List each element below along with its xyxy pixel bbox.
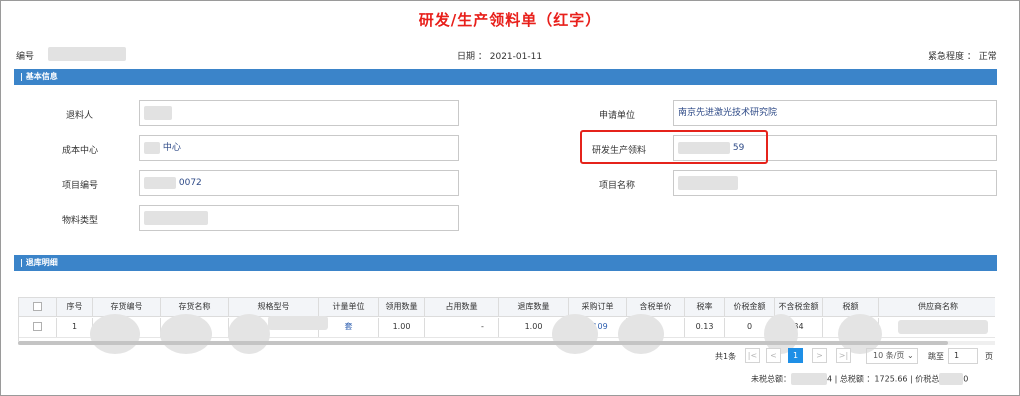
returner-field[interactable]: [139, 100, 459, 126]
column-header: 存货编号: [93, 298, 161, 316]
redaction-blur: [160, 314, 212, 354]
project-code-label: 项目编号: [62, 181, 99, 191]
date-value: 2021-01-11: [489, 52, 543, 62]
column-header: 领用数量: [379, 298, 425, 316]
column-header: 价税金额: [725, 298, 775, 316]
table-header-row: 序号 存货编号 存货名称 规格型号 计量单位 领用数量 占用数量 退库数量 采购…: [19, 297, 995, 317]
prev-page-button[interactable]: <: [766, 348, 781, 363]
totals-summary: 未税总额： 4 | 总税额 ：1725.66 | 价税总 0: [751, 373, 968, 385]
summary-separator: |: [832, 374, 840, 384]
last-page-button[interactable]: >|: [836, 348, 851, 363]
project-name-label: 项目名称: [599, 181, 636, 191]
column-header: 税额: [823, 298, 879, 316]
basic-info-section-header: | 基本信息: [14, 69, 997, 85]
project-name-redacted: [678, 175, 738, 190]
redaction-blur: [898, 320, 988, 334]
red-highlight-box: [580, 130, 768, 164]
project-code-redacted: [144, 176, 176, 189]
column-header: 退库数量: [499, 298, 569, 316]
select-all-checkbox[interactable]: [33, 302, 42, 311]
incl-tax-total-tail: 0: [963, 374, 969, 384]
material-type-redacted: [144, 210, 208, 225]
urgency-label: 紧急程度 ：: [928, 52, 976, 62]
cell-index: 1: [57, 318, 93, 337]
incl-tax-total-label: 价税总: [915, 374, 940, 384]
cost-center-label: 成本中心: [62, 146, 99, 156]
redaction-blur: [618, 314, 664, 354]
row-select[interactable]: [19, 318, 57, 337]
page-1-button[interactable]: 1: [788, 348, 803, 363]
redaction-blur: [268, 316, 328, 330]
cell-unit: 套: [319, 318, 379, 337]
excl-tax-total-label: 未税总额：: [751, 374, 791, 384]
urgency-row: 紧急程度 ： 正常: [928, 49, 997, 62]
applying-unit-label: 申请单位: [599, 111, 636, 121]
page-size-value: 10 条/页: [873, 351, 905, 360]
date-row: 日期 ： 2021-01-11: [457, 49, 542, 62]
page-title: 研发/生产领料单（红字）: [418, 11, 602, 29]
page-size-select[interactable]: 10 条/页 ⌄: [866, 348, 918, 364]
project-code-field[interactable]: 0072: [139, 170, 459, 196]
returner-value-redacted: [144, 105, 172, 120]
cell-occupied-qty: -: [425, 318, 499, 337]
code-label: 编号: [16, 52, 35, 62]
column-header: 占用数量: [425, 298, 499, 316]
column-header: 计量单位: [319, 298, 379, 316]
pagination-total: 共1条: [715, 352, 737, 361]
project-name-field[interactable]: [673, 170, 997, 196]
excl-tax-redacted: [791, 373, 827, 385]
column-header: 规格型号: [229, 298, 319, 316]
row-checkbox[interactable]: [33, 322, 42, 331]
column-header: 税率: [685, 298, 725, 316]
returner-label: 退料人: [66, 111, 94, 121]
cell-tax-rate: 0.13: [685, 318, 725, 337]
column-header: 存货名称: [161, 298, 229, 316]
column-header: 序号: [57, 298, 93, 316]
material-type-label: 物料类型: [62, 216, 99, 226]
urgency-value: 正常: [978, 52, 997, 62]
column-header: 供应商名称: [918, 302, 958, 311]
page-suffix: 页: [985, 352, 993, 361]
date-label: 日期 ：: [457, 52, 487, 62]
first-page-button[interactable]: |<: [745, 348, 760, 363]
applying-unit-value: 南京先进激光技术研究院: [678, 108, 778, 118]
cost-center-redacted: [144, 141, 160, 154]
incl-tax-redacted: [939, 373, 964, 385]
project-code-value: 0072: [178, 178, 202, 188]
jump-label: 跳至: [928, 352, 944, 361]
column-header: 含税单价: [627, 298, 685, 316]
redaction-blur: [228, 314, 270, 354]
scrollbar-thumb[interactable]: [18, 341, 948, 345]
chevron-down-icon: ⌄: [906, 351, 914, 360]
code-value-redacted: [48, 47, 126, 61]
jump-page-input[interactable]: 1: [948, 348, 978, 364]
redaction-blur: [552, 314, 598, 354]
total-tax-value: 1725.66: [874, 374, 908, 384]
material-type-field[interactable]: [139, 205, 459, 231]
cell-picked-qty: 1.00: [379, 318, 425, 337]
return-details-section-header: | 退库明细: [14, 255, 997, 271]
cost-center-field[interactable]: 中心: [139, 135, 459, 161]
return-qty-sign: -: [481, 322, 484, 331]
redaction-blur: [90, 314, 140, 354]
next-page-button[interactable]: >: [812, 348, 827, 363]
cost-center-value: 中心: [162, 143, 181, 153]
table-horizontal-scrollbar[interactable]: [18, 341, 995, 345]
total-tax-label: 总税额 ：: [839, 374, 875, 384]
header-select-all[interactable]: [19, 298, 57, 316]
applying-unit-field[interactable]: 南京先进激光技术研究院: [673, 100, 997, 126]
